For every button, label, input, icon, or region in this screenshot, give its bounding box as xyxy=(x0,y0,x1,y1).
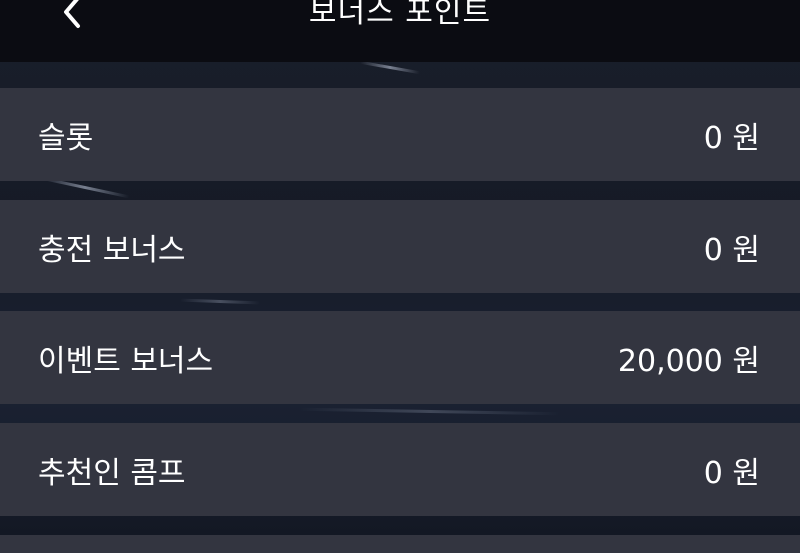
row-value: 0 원 xyxy=(703,120,760,156)
background-streak xyxy=(179,298,261,305)
row-label: 추천인 콤프 xyxy=(38,455,186,491)
row-label: 슬롯 xyxy=(38,120,94,156)
row-label: 충전 보너스 xyxy=(38,232,186,268)
page-title: 보너스 포인트 xyxy=(308,0,492,30)
row-value: 0 원 xyxy=(703,232,760,268)
row-value: 20,000 원 xyxy=(617,343,760,379)
bonus-row-event: 이벤트 보너스 20,000 원 xyxy=(0,311,800,404)
bonus-row-charge: 충전 보너스 0 원 xyxy=(0,200,800,293)
background-streak xyxy=(360,60,420,75)
background-streak xyxy=(299,407,561,416)
header-bar: 보너스 포인트 xyxy=(0,0,800,62)
row-value: 0 원 xyxy=(703,455,760,491)
bonus-row-referral: 추천인 콤프 0 원 xyxy=(0,423,800,516)
partial-row xyxy=(0,535,800,553)
bonus-row-slot: 슬롯 0 원 xyxy=(0,88,800,181)
row-label: 이벤트 보너스 xyxy=(38,343,214,379)
